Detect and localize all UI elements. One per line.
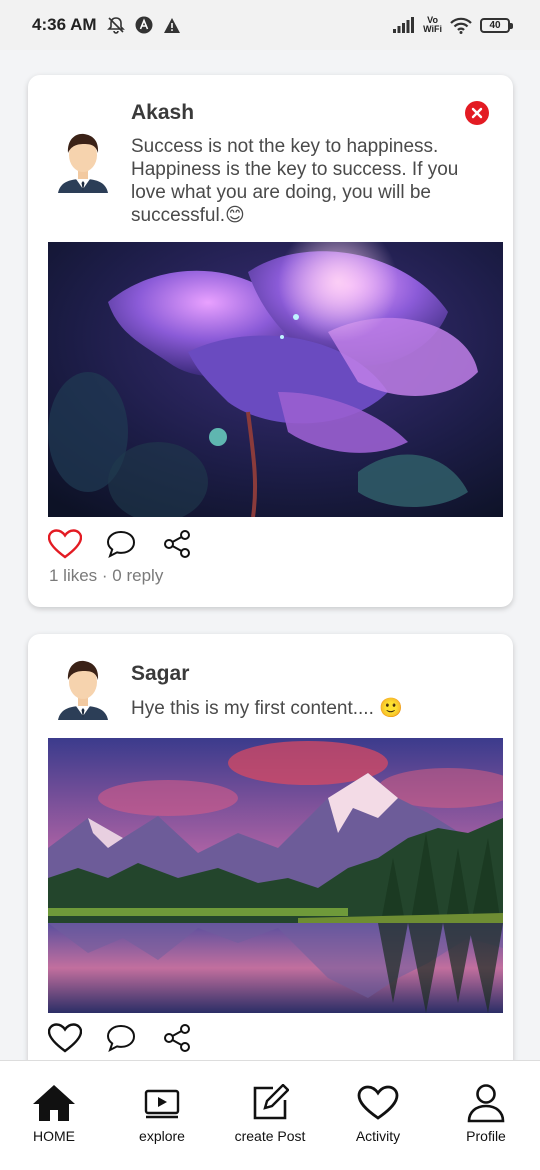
- battery-icon: 40: [480, 17, 513, 33]
- nav-label: explore: [139, 1128, 185, 1144]
- home-icon: [31, 1081, 77, 1125]
- post-text: Success is not the key to happiness. Hap…: [131, 136, 459, 226]
- play-icon: [144, 1081, 180, 1125]
- avatar[interactable]: [56, 654, 110, 724]
- heart-icon: [357, 1081, 399, 1125]
- like-heart-icon[interactable]: [48, 527, 82, 561]
- a-circle-icon: [135, 16, 153, 34]
- close-icon[interactable]: [465, 101, 489, 125]
- post-card: Akash Success is not the key to happines…: [28, 75, 513, 607]
- battery-level: 40: [489, 19, 501, 31]
- post-feed[interactable]: Akash Success is not the key to happines…: [0, 50, 540, 1060]
- share-icon[interactable]: [160, 527, 194, 561]
- nav-label: create Post: [234, 1128, 306, 1144]
- nav-item-profile[interactable]: Profile: [432, 1061, 540, 1170]
- bottom-navigation: HOME explore create Post Activity Profil…: [0, 1060, 540, 1170]
- mute-bell-icon: [106, 16, 125, 34]
- post-author[interactable]: Akash: [131, 101, 194, 125]
- share-icon[interactable]: [160, 1021, 194, 1055]
- post-actions: [48, 1021, 194, 1055]
- status-time: 4:36 AM: [32, 15, 97, 34]
- edit-icon: [251, 1081, 289, 1125]
- nav-label: Profile: [466, 1128, 506, 1144]
- warning-icon: [163, 17, 181, 34]
- nav-item-explore[interactable]: explore: [108, 1061, 216, 1170]
- vowifi-bottom: WiFi: [423, 24, 442, 34]
- nav-item-home[interactable]: HOME: [0, 1061, 108, 1170]
- status-bar: 4:36 AM Vo WiFi 40: [0, 0, 540, 50]
- post-card: Sagar Hye this is my first content.... 🙂: [28, 634, 513, 1060]
- nav-item-activity[interactable]: Activity: [324, 1061, 432, 1170]
- nav-label: Activity: [355, 1128, 401, 1144]
- comment-icon[interactable]: [104, 1021, 138, 1055]
- post-actions: [48, 527, 194, 561]
- post-stats: 1 likes · 0 reply: [49, 566, 164, 585]
- signal-icon: [393, 17, 415, 33]
- nav-label: HOME: [33, 1128, 75, 1144]
- mountain-lake-image[interactable]: [48, 738, 503, 1013]
- glowing-flower-image[interactable]: [48, 242, 503, 517]
- wifi-icon: [450, 17, 472, 34]
- post-author[interactable]: Sagar: [131, 662, 189, 686]
- nav-item-create-post[interactable]: create Post: [216, 1061, 324, 1170]
- post-text: Hye this is my first content.... 🙂: [131, 698, 403, 719]
- avatar[interactable]: [56, 127, 110, 197]
- user-icon: [467, 1081, 505, 1125]
- like-heart-icon[interactable]: [48, 1021, 82, 1055]
- vowifi-icon: Vo WiFi: [423, 16, 442, 34]
- comment-icon[interactable]: [104, 527, 138, 561]
